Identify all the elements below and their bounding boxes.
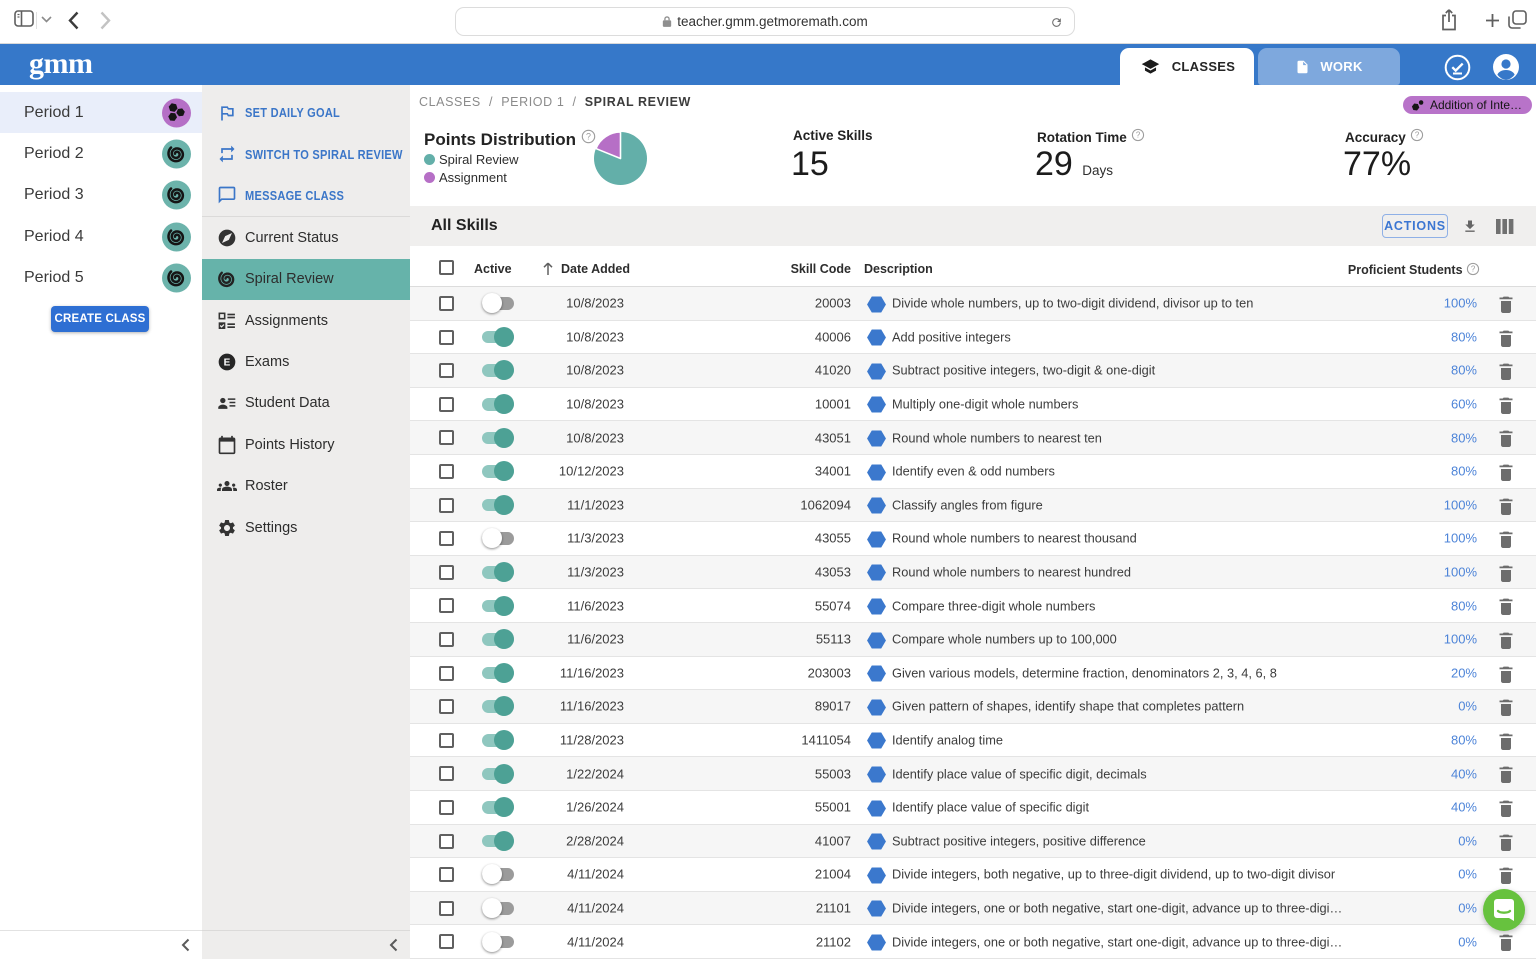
svg-text:?: ?	[1471, 265, 1476, 274]
svg-text:?: ?	[1414, 131, 1419, 140]
svg-text:E: E	[224, 358, 231, 369]
svg-text:?: ?	[1135, 131, 1140, 140]
